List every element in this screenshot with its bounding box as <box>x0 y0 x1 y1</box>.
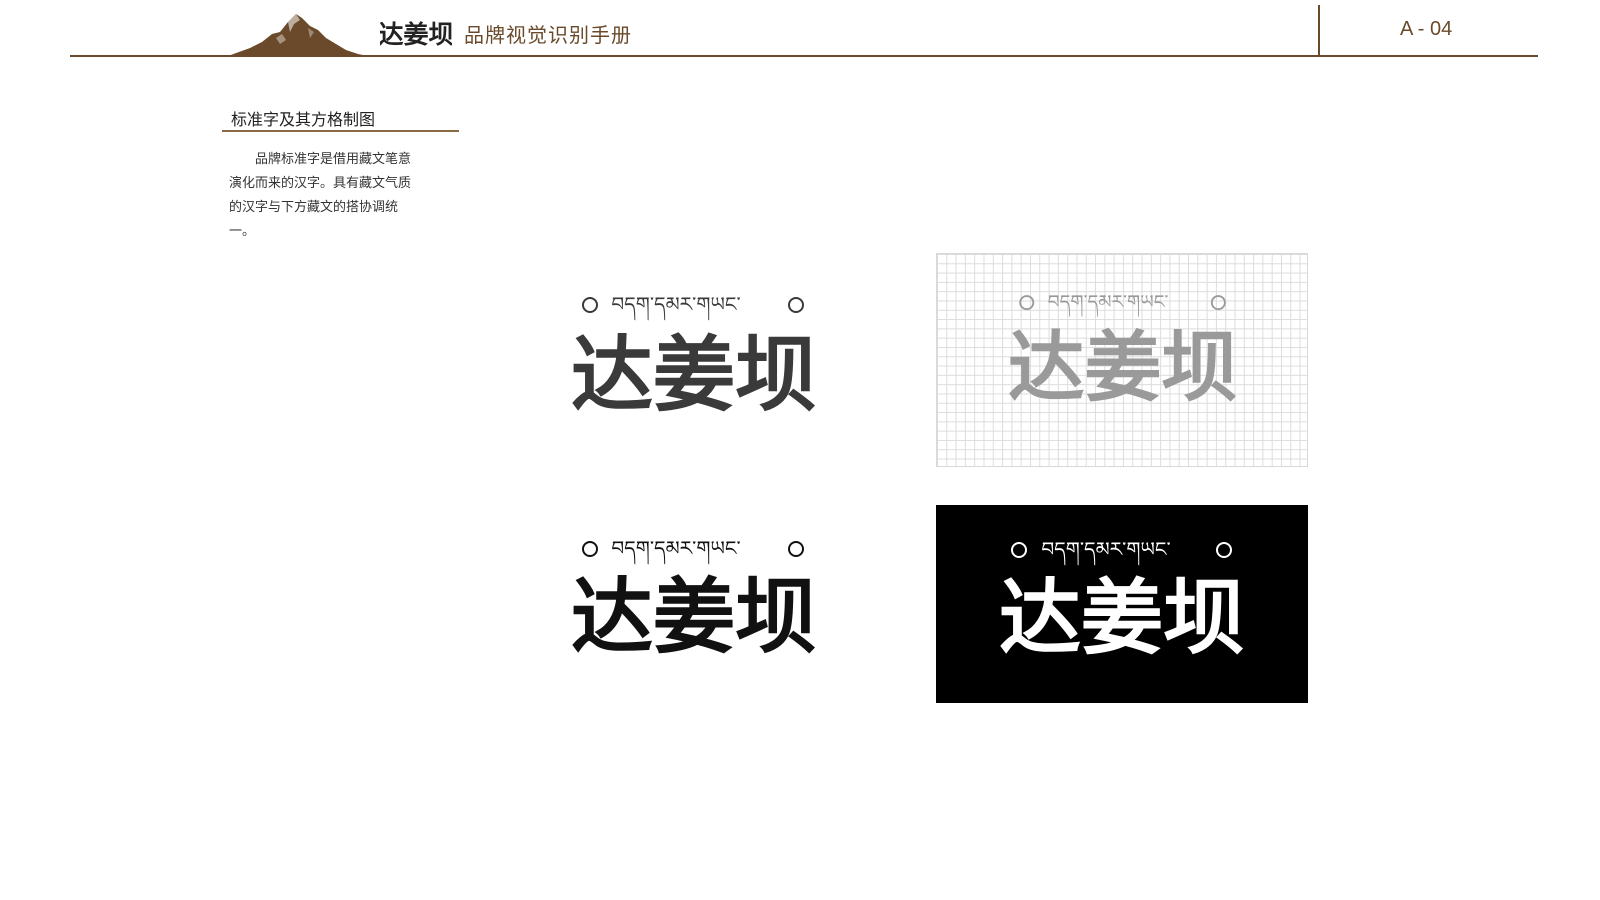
manual-title: 品牌视觉识别手册 <box>464 23 632 47</box>
tibetan-line: བདག་དམར་གཡང་ <box>1041 537 1170 566</box>
tibetan-line: བདག་དམར་གཡང་ <box>1048 292 1169 317</box>
section-title: 标准字及其方格制图 <box>231 110 376 129</box>
chinese-wordmark: 达姜坝 <box>571 569 817 665</box>
tibetan-line: བདག་དམར་གཡང་ <box>611 292 740 321</box>
brand-logo: 达姜坝 <box>380 20 452 49</box>
tibetan-line: བདག་དམར་གཡང་ <box>611 536 740 565</box>
logo-panel-grid: བདག་དམར་གཡང་ 达姜坝 <box>936 253 1308 467</box>
section-body: 品牌标准字是借用藏文笔意演化而来的汉字。具有藏文气质的汉字与下方藏文的搭协调统一… <box>229 152 412 239</box>
mountain-icon <box>228 14 368 56</box>
logo-panel-reversed: བདག་དམར་གཡང་ 达姜坝 <box>936 505 1308 703</box>
header-divider <box>1318 5 1320 55</box>
chinese-wordmark: 达姜坝 <box>1008 323 1238 413</box>
brand-logo-text: 达姜坝 <box>380 20 452 49</box>
logo-panel-black-text: བདག་དམར་གཡང་ 达姜坝 <box>544 500 916 700</box>
chinese-wordmark: 达姜坝 <box>999 570 1245 666</box>
chinese-wordmark: 达姜坝 <box>571 327 817 423</box>
logo-panel-dark-gray: བདག་དམར་གཡང་ 达姜坝 <box>544 253 916 453</box>
section-rule <box>222 130 459 132</box>
page-number: A - 04 <box>1400 18 1453 40</box>
